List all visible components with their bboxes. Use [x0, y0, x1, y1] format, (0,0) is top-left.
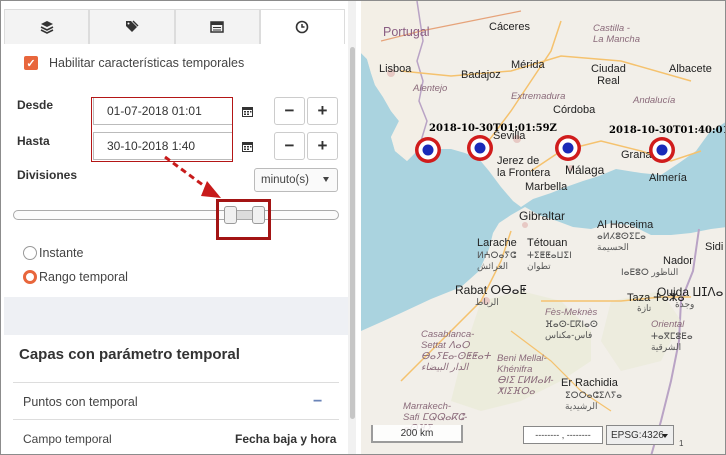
- place-oujda-ar: وجدة: [675, 299, 695, 309]
- from-label: Desde: [17, 98, 54, 112]
- place-larache: Larache: [477, 237, 517, 249]
- map-marker[interactable]: [647, 135, 677, 165]
- place-lisboa: Lisboa: [379, 63, 412, 75]
- temporal-layers-title: Capas con parámetro temporal: [19, 346, 240, 363]
- place-errachidia: Er Rachidia: [561, 377, 618, 389]
- tab-layers[interactable]: [4, 9, 90, 44]
- place-tetouan-ar: ⵜⵉⵟⵟⴰⵡⵉⵏ تطوان: [527, 250, 572, 271]
- divisions-label: Divisiones: [17, 168, 78, 182]
- map-scale-bar: 200 km: [371, 425, 463, 443]
- place-malaga: Málaga: [565, 163, 605, 177]
- app-frame: ✓ Habilitar características temporales D…: [0, 0, 726, 455]
- divider: [13, 419, 339, 420]
- temporal-field-label: Campo temporal: [23, 432, 112, 446]
- place-oriental: Oriental: [651, 319, 685, 330]
- divider: [13, 382, 339, 383]
- place-fes-meknes-ar: ⴼⴰⵙ-ⵎⴽⵏⴰⵙ فاس-مكناس: [545, 319, 598, 340]
- caret-down-icon: [662, 434, 668, 438]
- place-andalucia: Andalucía: [633, 95, 676, 106]
- enable-temporal-row[interactable]: ✓ Habilitar características temporales: [24, 56, 244, 70]
- place-almeria: Almería: [649, 172, 687, 184]
- panel-tabs: [4, 9, 345, 44]
- place-cordoba: Córdoba: [553, 104, 596, 116]
- from-plus-button[interactable]: +: [307, 97, 338, 125]
- calendar-icon: [241, 106, 253, 117]
- to-label: Hasta: [17, 134, 50, 148]
- section-separator: [4, 297, 348, 335]
- panel-scrollbar-thumb[interactable]: [350, 47, 355, 419]
- enable-temporal-label: Habilitar características temporales: [49, 56, 245, 70]
- mouse-coordinates: -------- , --------: [523, 426, 603, 444]
- slider-highlight-box: [216, 199, 271, 240]
- place-alhoceima: Al Hoceima: [597, 219, 654, 231]
- tab-temporal[interactable]: [259, 9, 345, 44]
- enable-temporal-checkbox[interactable]: ✓: [24, 56, 38, 70]
- map-attribution[interactable]: 1: [679, 439, 683, 448]
- tags-icon: [125, 20, 139, 32]
- place-oriental-ar: ⵜⴰⴳⵎⵓⴹⴰ الشرقية: [651, 331, 693, 352]
- place-portugal: Portugal: [383, 25, 430, 39]
- place-casablanca: Casablanca- Settat ⴷⴰⵔ ⴱⴰⵢⴹⴰ-ⵙⵟⵟⴰⵜ الدار…: [421, 329, 491, 373]
- clock-icon: [296, 20, 309, 34]
- tab-table[interactable]: [174, 9, 260, 44]
- place-castilla: Castilla - La Mancha: [593, 23, 641, 45]
- place-oujda: Oujda ⵡⵊⴷⴰ: [657, 285, 724, 299]
- caret-down-icon: [323, 177, 329, 182]
- from-date-input[interactable]: 01-07-2018 01:01: [93, 97, 233, 125]
- tab-tags[interactable]: [89, 9, 175, 44]
- map-view[interactable]: Portugal Cáceres Castilla - La Mancha Li…: [361, 1, 726, 454]
- marker-timestamp: 2018-10-30T01:40:01Z: [609, 125, 726, 136]
- radio-instant-row[interactable]: Instante: [23, 246, 83, 260]
- radio-range-label: Rango temporal: [39, 270, 128, 284]
- to-plus-button[interactable]: +: [307, 132, 338, 160]
- place-nador-ar: ⵏⴰⴹⵓⵔ الناظور: [621, 267, 679, 277]
- place-fes-meknes: Fès-Meknès: [545, 307, 598, 318]
- time-slider-track[interactable]: [13, 210, 339, 220]
- radio-instant-label: Instante: [39, 246, 84, 260]
- from-minus-button[interactable]: −: [274, 97, 305, 125]
- map-marker[interactable]: [553, 133, 583, 163]
- map-marker[interactable]: [465, 133, 495, 163]
- to-minus-button[interactable]: −: [274, 132, 305, 160]
- place-nador: Nador: [663, 255, 693, 267]
- map-marker[interactable]: [413, 135, 443, 165]
- place-rabat: Rabat ⵔⴱⴰⵟ: [455, 283, 527, 297]
- divisions-value: minuto(s): [261, 174, 309, 186]
- place-caceres: Cáceres: [489, 21, 530, 33]
- marker-timestamp: 2018-10-30T01:01:59Z: [429, 123, 557, 134]
- place-ciudad-real: Ciudad Real: [591, 63, 626, 87]
- layers-icon: [40, 21, 53, 34]
- place-taza-ar: تازة: [637, 303, 652, 313]
- place-albacete: Albacete: [669, 63, 712, 75]
- place-jerez: Jerez de la Frontera: [497, 155, 551, 179]
- place-rabat-ar: الرباط: [475, 297, 499, 307]
- layer-item-name[interactable]: Puntos con temporal: [23, 395, 138, 409]
- place-errachidia-ar: ⵉⵔⵔⴰⵛⵉⴷⵢⴰ الرشيدية: [565, 390, 623, 411]
- radio-range-row[interactable]: Rango temporal: [23, 270, 128, 284]
- place-alentejo: Alentejo: [413, 83, 448, 94]
- place-benimellal: Beni Mellal- Khénifra ⴱⵏⵉ ⵎⵍⵍⴰⵍ- ⵅⵏⵉⴼⵔⴰ: [497, 353, 554, 397]
- place-extremadura: Extremadura: [511, 91, 566, 102]
- radio-range[interactable]: [23, 270, 37, 284]
- divisions-select[interactable]: minuto(s): [254, 168, 338, 192]
- radio-instant[interactable]: [23, 246, 37, 260]
- place-marbella: Marbella: [525, 181, 568, 193]
- place-badajoz: Badajoz: [461, 69, 501, 81]
- table-list-icon: [210, 21, 224, 33]
- from-calendar-button[interactable]: [235, 97, 259, 125]
- calendar-icon: [241, 141, 253, 152]
- place-merida: Mérida: [511, 59, 545, 71]
- place-gibraltar: Gibraltar: [519, 209, 566, 223]
- place-tetouan: Tétouan: [527, 237, 568, 249]
- projection-select[interactable]: EPSG:4326: [606, 425, 674, 445]
- projection-value: EPSG:4326: [611, 429, 664, 441]
- temporal-field-value: Fecha baja y hora: [235, 432, 337, 446]
- place-alhoceima-ar: ⴰⵍⵃⵓⵙⵉⵎⴰ الحسيمة: [597, 231, 646, 252]
- place-larache-ar: ⵍⵄⵔⴰⵢⵛ العرائش: [477, 250, 517, 271]
- side-panel: ✓ Habilitar características temporales D…: [1, 1, 356, 454]
- layer-collapse-button[interactable]: −: [313, 393, 322, 411]
- place-sidi: Sidi: [705, 241, 724, 253]
